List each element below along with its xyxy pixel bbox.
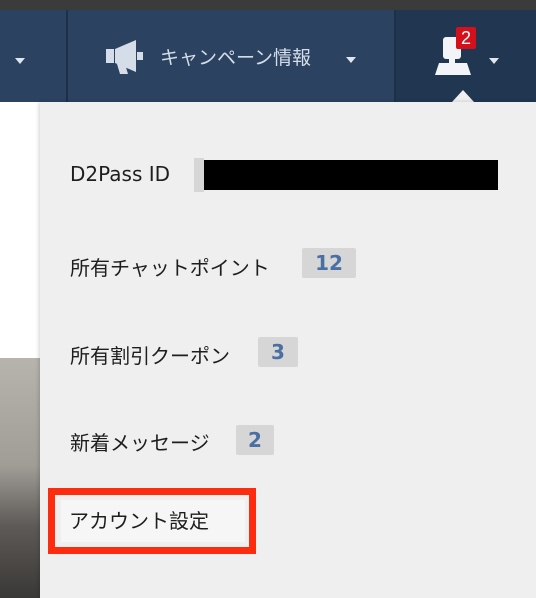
campaign-label: キャンペーン情報 (160, 47, 312, 69)
background-photo (0, 358, 40, 598)
highlight-box: アカウント設定 (48, 488, 256, 554)
dropdown-pointer (452, 90, 474, 102)
messages-label: 新着メッセージ (70, 431, 210, 455)
messages-value: 2 (236, 425, 274, 455)
account-dropdown-menu: D2Pass ID 所有チャットポイント 12 所有割引クーポン 3 新着メッセ… (40, 102, 536, 598)
d2pass-id-label: D2Pass ID (70, 162, 171, 186)
navbar: キャンペーン情報 2 (0, 10, 536, 102)
menu-item-coupons[interactable]: 所有割引クーポン (70, 340, 230, 369)
megaphone-icon (106, 40, 143, 74)
notification-badge: 2 (456, 27, 476, 49)
nav-item-campaign[interactable]: キャンペーン情報 (0, 10, 394, 102)
chat-points-label: 所有チャットポイント (70, 256, 270, 280)
menu-item-chat-points[interactable]: 所有チャットポイント (70, 252, 270, 281)
chevron-down-icon (489, 58, 499, 64)
menu-item-d2pass-id[interactable]: D2Pass ID (70, 162, 170, 186)
coupons-value: 3 (258, 337, 298, 367)
chat-points-value: 12 (302, 248, 356, 278)
redacted-d2pass-id (204, 160, 498, 190)
menu-item-messages[interactable]: 新着メッセージ (70, 427, 210, 456)
top-strip (0, 0, 536, 10)
user-menu-button[interactable] (396, 10, 536, 102)
menu-item-account-settings[interactable]: アカウント設定 (61, 500, 245, 542)
chevron-down-icon (346, 57, 356, 63)
d2pass-id-value-box (194, 158, 204, 192)
coupons-label: 所有割引クーポン (70, 344, 230, 368)
